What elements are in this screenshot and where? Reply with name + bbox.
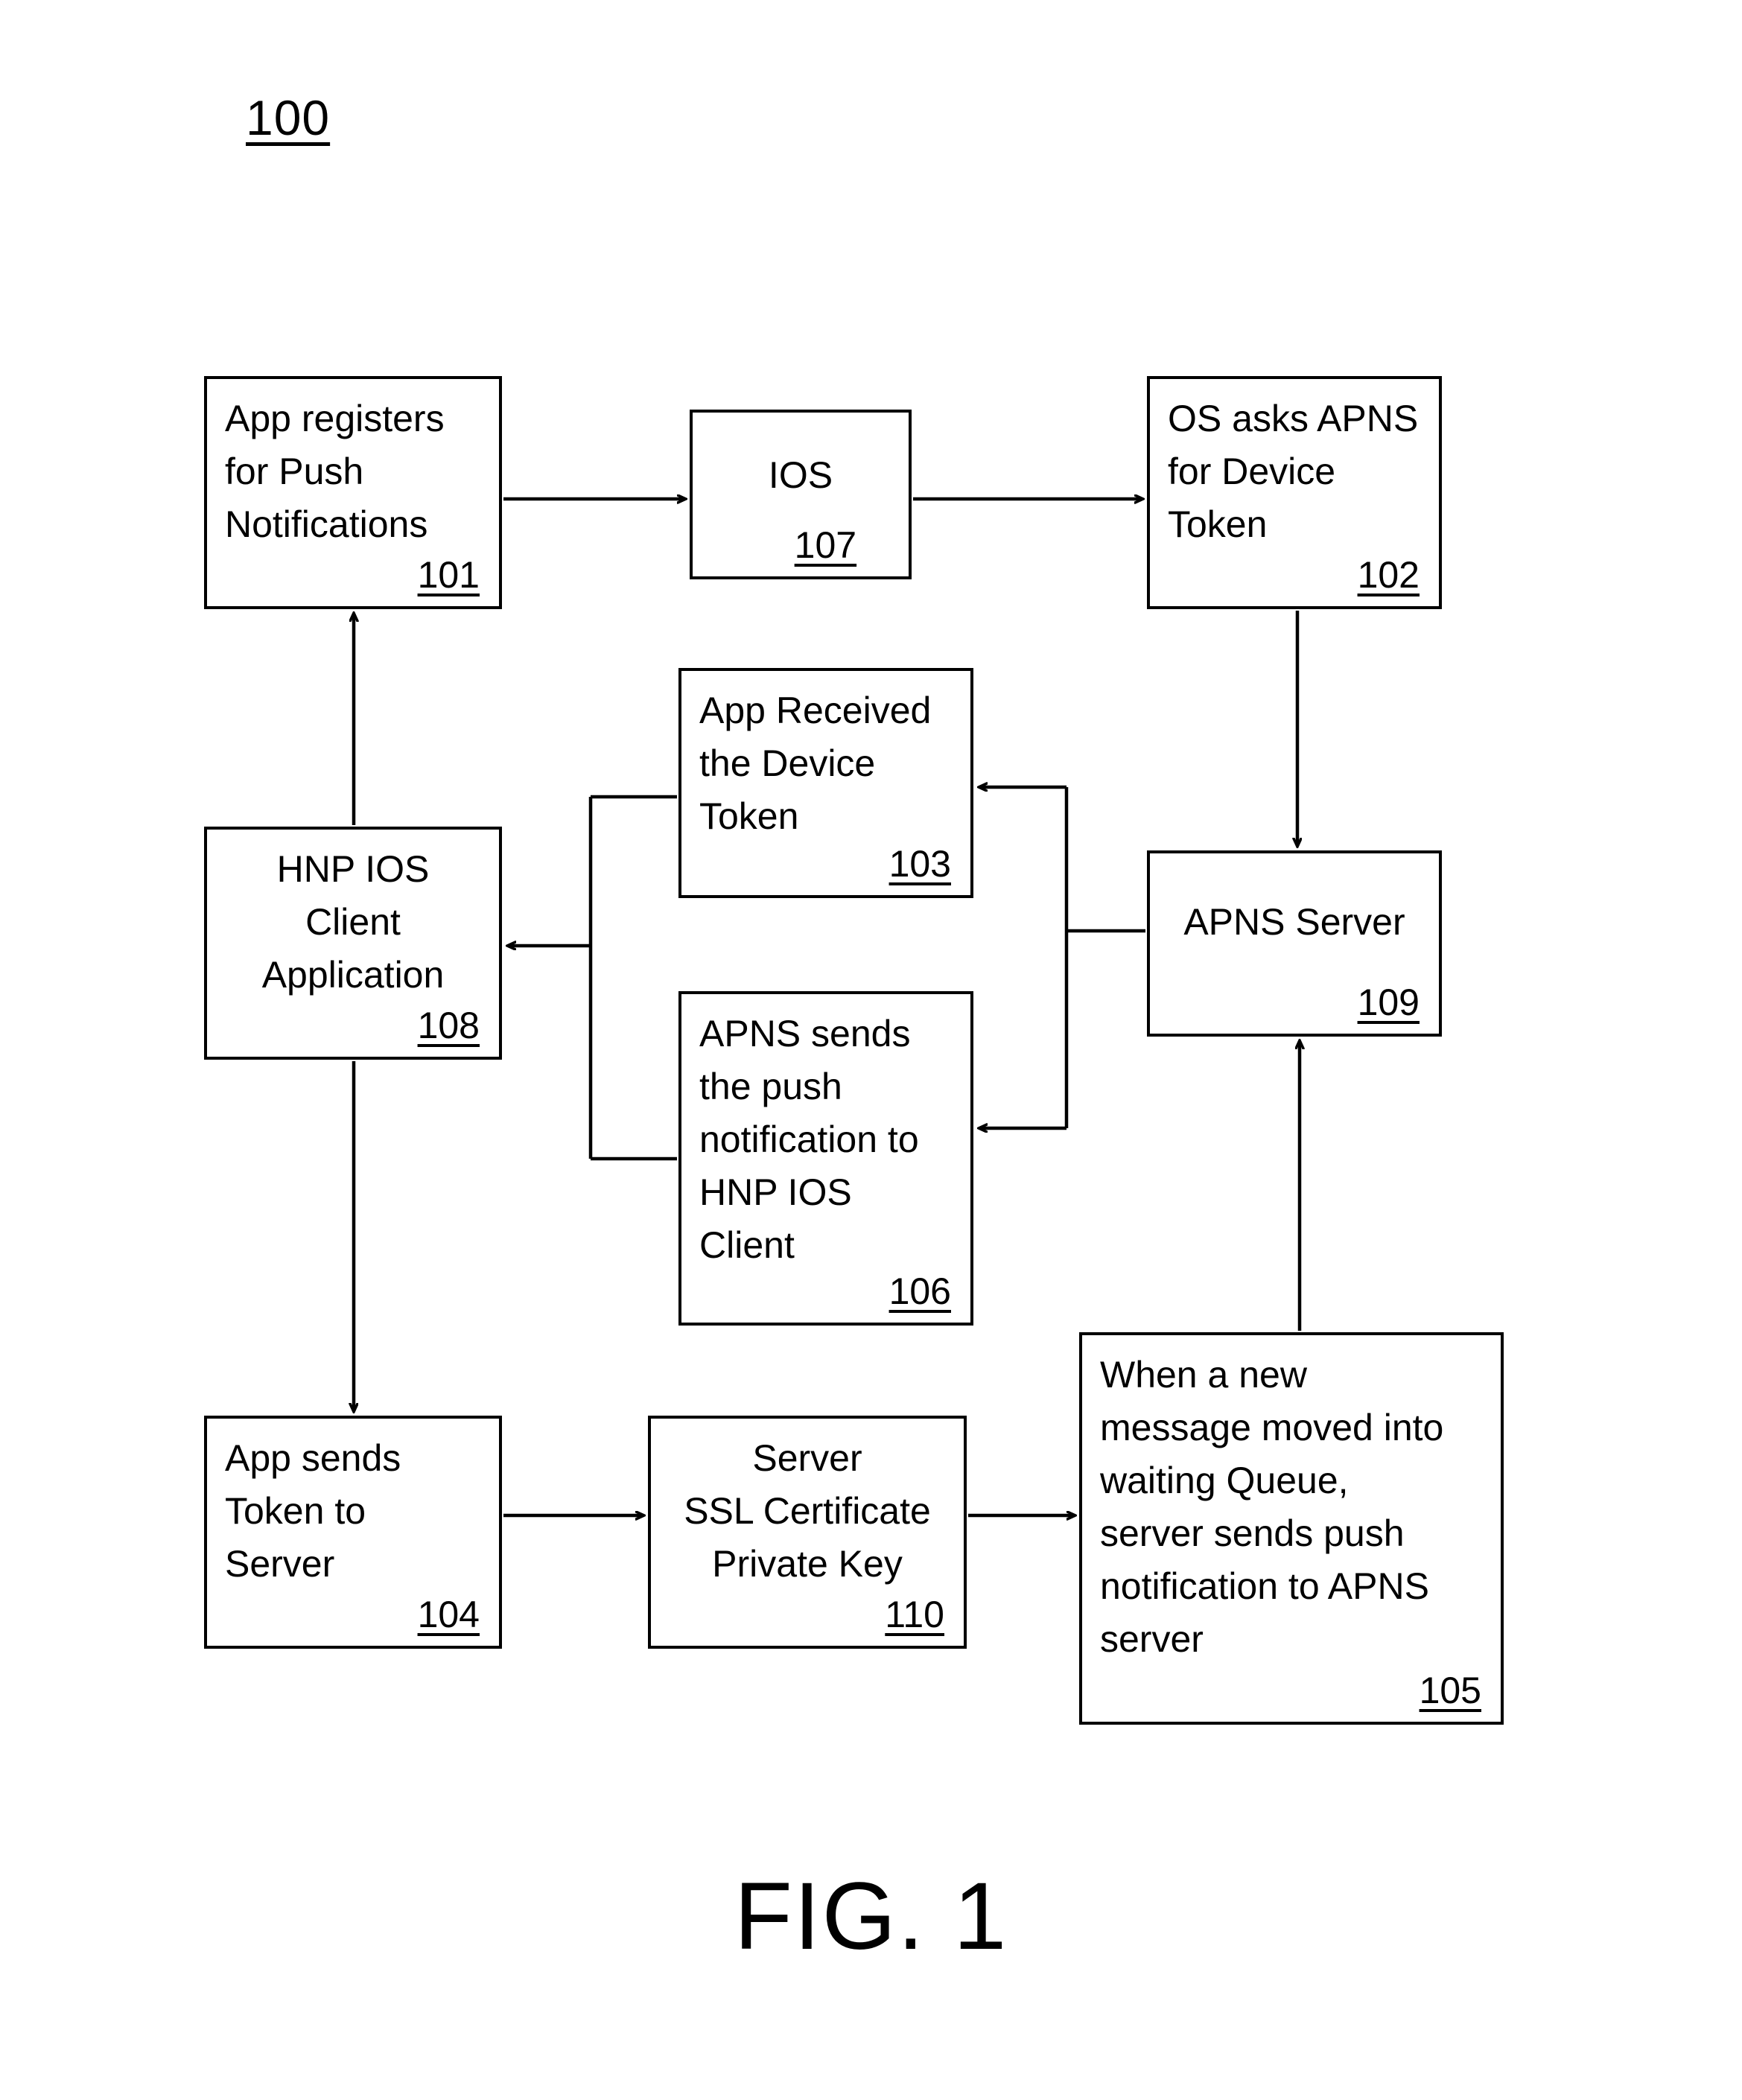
node-reference-number: 104 <box>417 1594 480 1635</box>
node-apns-sends-push-notification[interactable]: APNS sends the push notification to HNP … <box>678 991 973 1326</box>
node-reference-number: 106 <box>889 1270 951 1312</box>
node-reference-number: 101 <box>417 554 480 596</box>
node-app-received-the-device-token[interactable]: App Received the Device Token 103 <box>678 668 973 898</box>
node-label: App Received the Device Token <box>699 690 932 837</box>
node-ios[interactable]: IOS 107 <box>690 410 912 579</box>
node-label: IOS <box>768 454 833 496</box>
node-os-asks-apns-for-device-token[interactable]: OS asks APNS for Device Token 102 <box>1147 376 1442 609</box>
node-server-sends-push-notification[interactable]: When a new message moved into waiting Qu… <box>1079 1332 1504 1725</box>
node-hnp-ios-client-application[interactable]: HNP IOS Client Application 108 <box>204 827 502 1060</box>
node-label: APNS sends the push notification to HNP … <box>699 1013 919 1266</box>
node-content: When a new message moved into waiting Qu… <box>1082 1335 1501 1722</box>
node-app-sends-token-to-server[interactable]: App sends Token to Server 104 <box>204 1416 502 1649</box>
node-app-registers-for-push-notifications[interactable]: App registers for Push Notifications 101 <box>204 376 502 609</box>
node-label: OS asks APNS for Device Token <box>1168 398 1419 545</box>
node-reference-number: 102 <box>1357 554 1420 596</box>
node-reference-number: 108 <box>417 1005 480 1046</box>
node-reference-number: 107 <box>794 524 857 566</box>
patent-figure-canvas: 100 App registers for Push Notifications… <box>0 0 1742 2100</box>
node-reference-number: 103 <box>889 843 951 885</box>
node-label: App registers for Push Notifications <box>225 398 445 545</box>
node-label: App sends Token to Server <box>225 1437 401 1585</box>
node-apns-server[interactable]: APNS Server 109 <box>1147 850 1442 1037</box>
node-reference-number: 110 <box>885 1594 944 1635</box>
node-server-ssl-certificate-private-key[interactable]: Server SSL Certificate Private Key 110 <box>648 1416 967 1649</box>
node-label: APNS Server <box>1183 900 1405 943</box>
node-reference-number: 109 <box>1357 981 1420 1023</box>
node-label: Server SSL Certificate Private Key <box>684 1437 931 1585</box>
node-reference-number: 105 <box>1419 1670 1481 1711</box>
figure-caption: FIG. 1 <box>734 1863 1008 1970</box>
node-label: HNP IOS Client Application <box>261 848 445 996</box>
node-label: When a new message moved into waiting Qu… <box>1100 1354 1444 1660</box>
